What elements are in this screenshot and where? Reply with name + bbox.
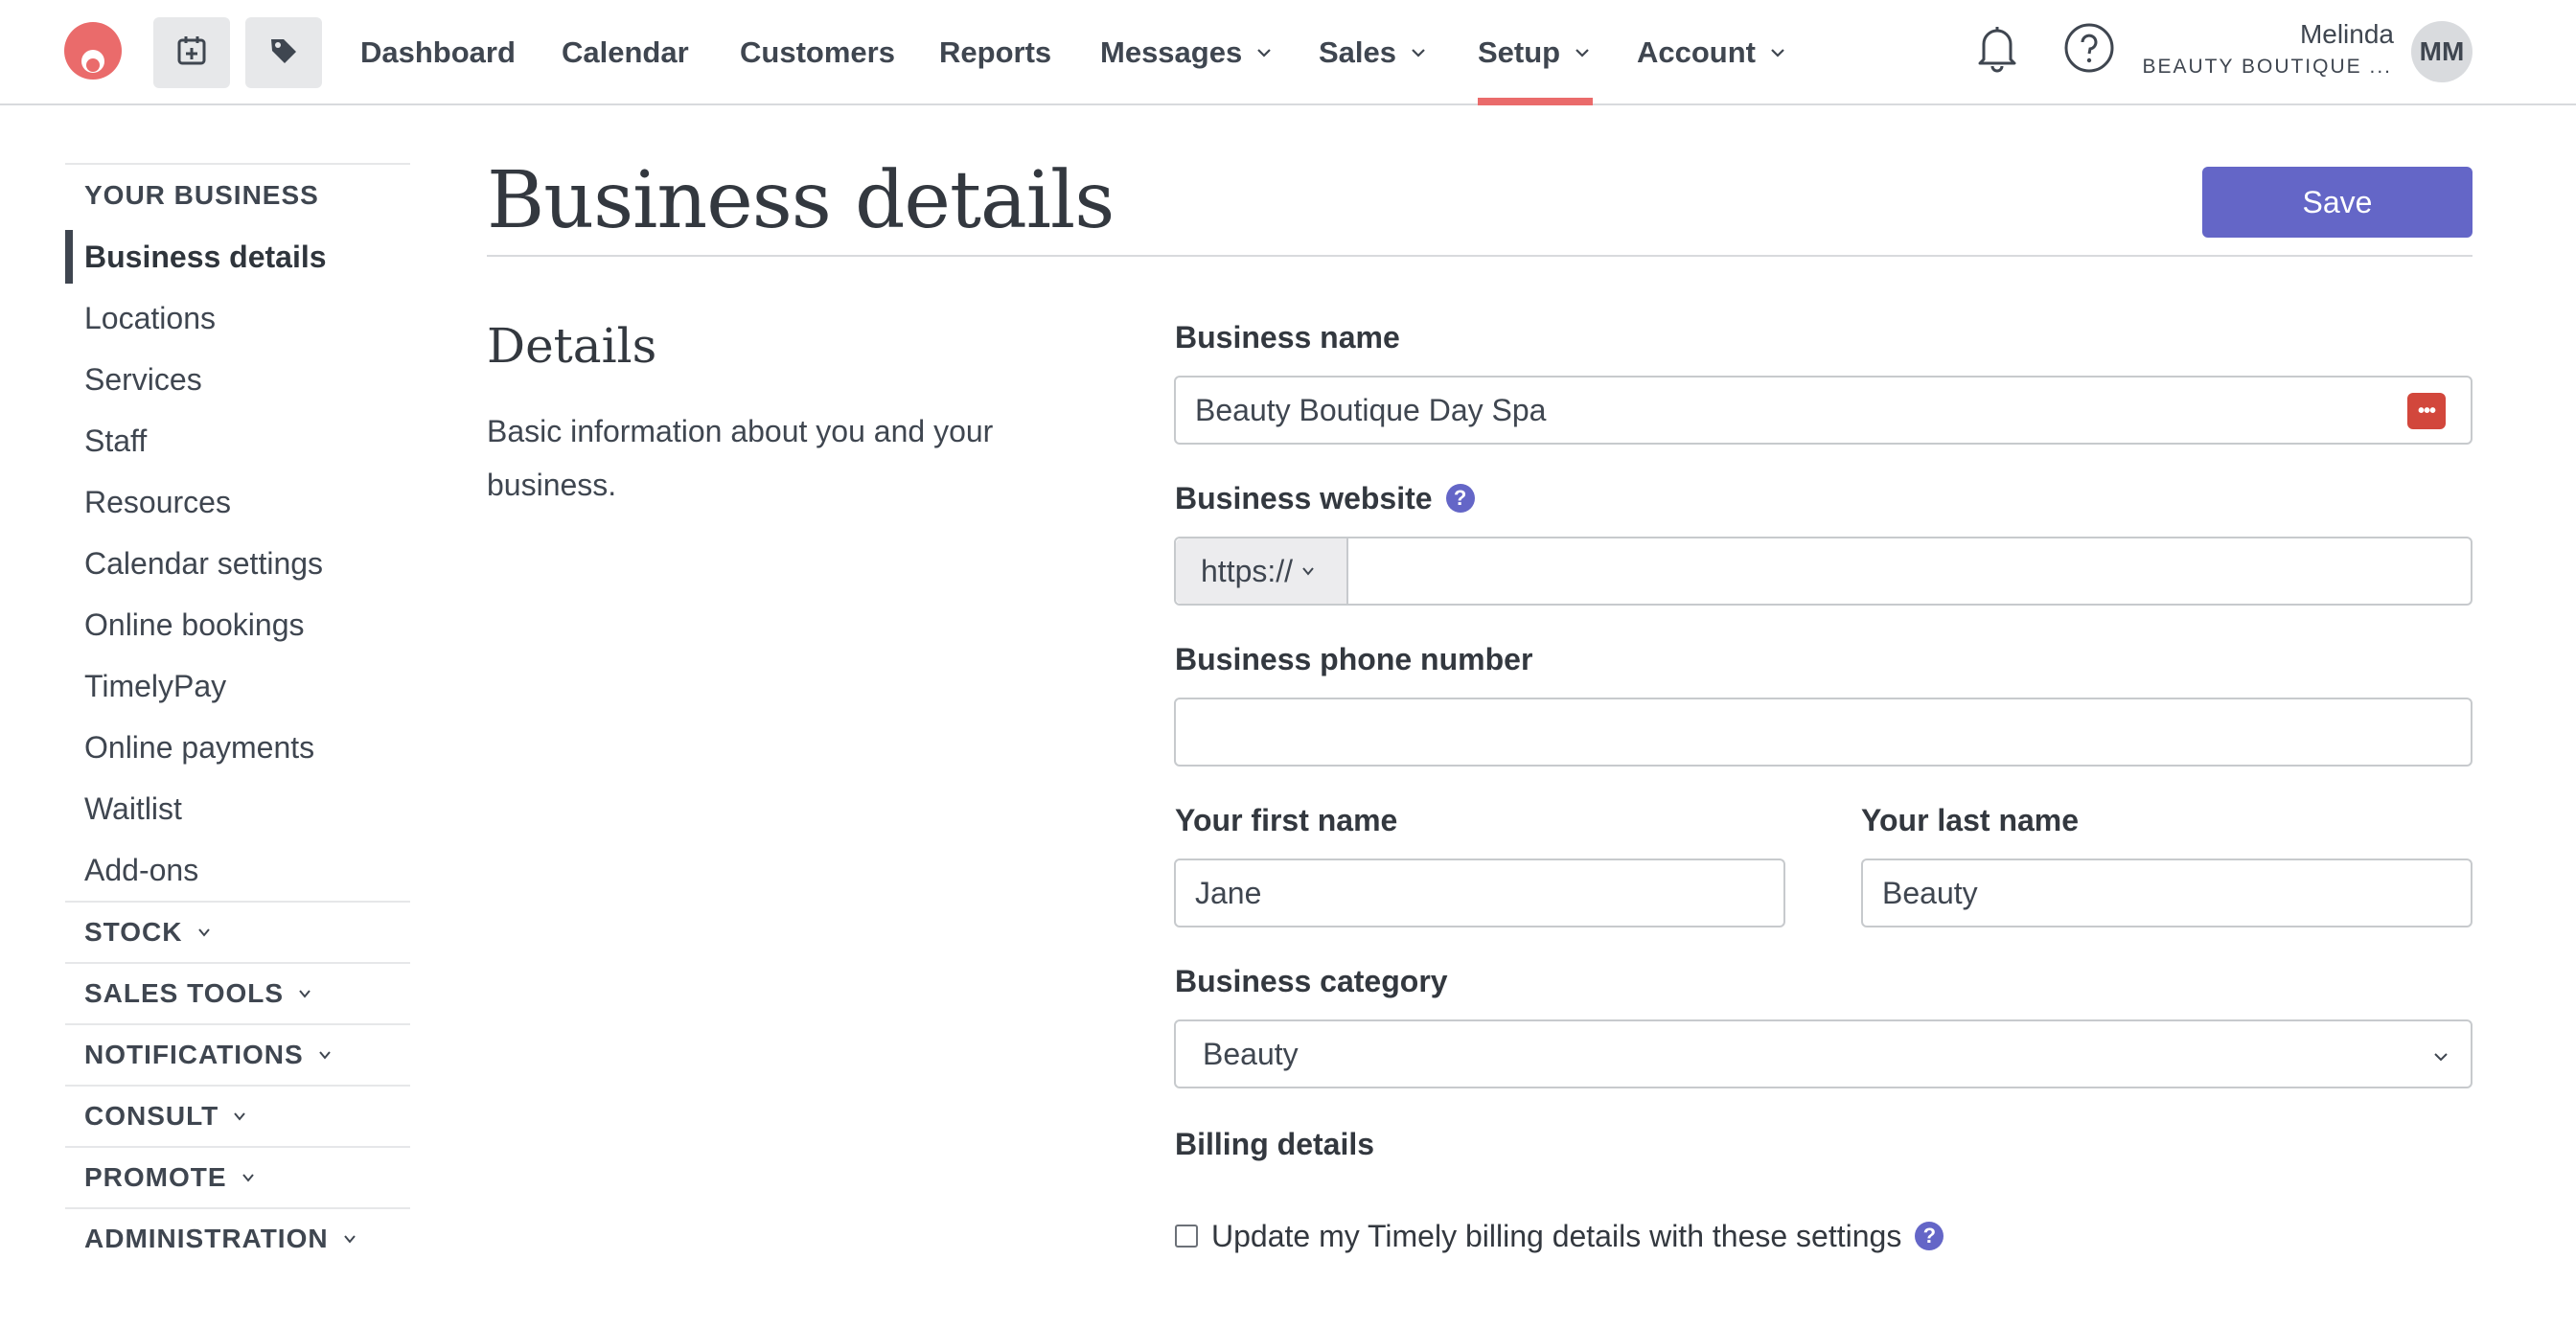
chevron-down-icon [343,1235,356,1244]
chevron-down-icon [1576,49,1589,57]
business-name-field[interactable]: Beauty Boutique Day Spa ••• [1174,376,2472,445]
sidebar-item-business-details[interactable]: Business details [65,226,410,287]
help-icon[interactable]: ? [1445,483,1475,513]
first-name-value: Jane [1195,875,1262,910]
nav-label: Dashboard [360,35,516,69]
notifications-button[interactable] [1970,21,2024,75]
nav-label: Account [1637,35,1756,69]
chevron-down-icon [197,928,210,937]
setup-sidebar: YOUR BUSINESS Business details Locations… [65,163,410,1269]
business-name-value: Beauty Boutique Day Spa [1195,392,1547,427]
chevron-down-icon [242,1174,254,1182]
section-title: Details [487,318,657,374]
chevron-down-icon [1302,567,1314,576]
billing-update-label[interactable]: Update my Timely billing details with th… [1211,1219,1944,1254]
sidebar-item-online-bookings[interactable]: Online bookings [65,594,410,655]
business-name-label: Business name [1175,320,1400,355]
sidebar-item-add-ons[interactable]: Add-ons [65,839,410,901]
password-manager-icon[interactable]: ••• [2407,393,2446,429]
chevron-down-icon [234,1112,246,1121]
sidebar-item-staff[interactable]: Staff [65,410,410,471]
top-nav: Dashboard Calendar Customers Reports Mes… [0,0,2576,105]
business-website-label: Business website? [1175,481,1475,516]
sidebar-item-waitlist[interactable]: Waitlist [65,778,410,839]
category-value: Beauty [1203,1036,1299,1071]
chevron-down-icon [299,990,310,998]
sidebar-group-promote[interactable]: PROMOTE [65,1146,410,1207]
nav-label: Calendar [562,35,689,69]
avatar[interactable]: MM [2411,21,2472,82]
tag-icon [268,35,299,71]
sidebar-group-label: PROMOTE [84,1162,227,1192]
sidebar-group-label: ADMINISTRATION [84,1224,329,1253]
first-name-field[interactable]: Jane [1174,859,1785,927]
sidebar-item-services[interactable]: Services [65,349,410,410]
sidebar-group-label: CONSULT [84,1101,219,1131]
business-category-label: Business category [1175,964,1448,998]
business-phone-label: Business phone number [1175,642,1533,676]
chevron-down-icon [1257,49,1271,57]
chevron-down-icon [2434,1053,2448,1062]
nav-dashboard[interactable]: Dashboard [360,0,516,105]
business-phone-field[interactable] [1174,698,2472,767]
business-name-short[interactable]: BEAUTY BOUTIQUE ... [2143,56,2393,79]
sidebar-group-label: STOCK [84,917,183,947]
new-appointment-button[interactable] [153,17,230,88]
calendar-add-icon [175,34,208,72]
business-category-select[interactable]: Beauty [1174,1019,2472,1088]
section-description: Basic information about you and your bus… [487,414,994,502]
protocol-value: https:// [1201,553,1294,588]
nav-label: Messages [1100,35,1243,69]
nav-setup[interactable]: Setup [1478,0,1591,105]
new-sale-button[interactable] [245,17,322,88]
nav-label: Reports [939,35,1052,69]
sidebar-item-locations[interactable]: Locations [65,287,410,349]
help-icon[interactable]: ? [1915,1221,1944,1250]
bell-icon [1978,27,2016,73]
nav-label: Setup [1478,35,1561,69]
chevron-down-icon [1412,49,1425,57]
sidebar-item-online-payments[interactable]: Online payments [65,717,410,778]
chevron-down-icon [1771,49,1784,57]
last-name-label: Your last name [1861,803,2080,837]
chevron-down-icon [318,1051,331,1060]
sidebar-group-label: SALES TOOLS [84,978,285,1008]
billing-update-checkbox[interactable] [1175,1225,1198,1248]
timely-logo-icon[interactable] [63,21,123,80]
sidebar-group-label: NOTIFICATIONS [84,1040,304,1069]
title-divider [487,255,2472,257]
user-name[interactable]: Melinda [2300,19,2394,50]
page-title: Business details [487,155,1115,246]
nav-label: Sales [1319,35,1397,69]
password-manager-glyph: ••• [2417,400,2436,422]
help-button[interactable] [2062,21,2116,75]
sidebar-item-calendar-settings[interactable]: Calendar settings [65,533,410,594]
first-name-label: Your first name [1175,803,1398,837]
nav-active-indicator [1478,98,1593,105]
sidebar-group-stock[interactable]: STOCK [65,901,410,962]
sidebar-group-consult[interactable]: CONSULT [65,1085,410,1146]
nav-messages[interactable]: Messages [1100,0,1273,105]
billing-update-text: Update my Timely billing details with th… [1211,1219,1902,1253]
save-button[interactable]: Save [2202,167,2472,238]
sidebar-group-notifications[interactable]: NOTIFICATIONS [65,1023,410,1085]
last-name-field[interactable]: Beauty [1861,859,2472,927]
sidebar-heading: YOUR BUSINESS [84,180,319,210]
nav-sales[interactable]: Sales [1319,0,1427,105]
help-circle-icon [2064,23,2114,73]
last-name-value: Beauty [1882,875,1978,910]
business-website-field[interactable]: https:// [1174,537,2472,606]
sidebar-item-resources[interactable]: Resources [65,471,410,533]
sidebar-item-timelypay[interactable]: TimelyPay [65,655,410,717]
protocol-select[interactable]: https:// [1176,538,1348,604]
nav-label: Customers [740,35,895,69]
business-website-label-text: Business website [1175,481,1433,515]
billing-details-label: Billing details [1175,1127,1375,1161]
nav-customers[interactable]: Customers [740,0,895,105]
nav-account[interactable]: Account [1637,0,1786,105]
sidebar-group-sales-tools[interactable]: SALES TOOLS [65,962,410,1023]
nav-calendar[interactable]: Calendar [562,0,689,105]
sidebar-group-administration[interactable]: ADMINISTRATION [65,1207,410,1269]
nav-reports[interactable]: Reports [939,0,1051,105]
